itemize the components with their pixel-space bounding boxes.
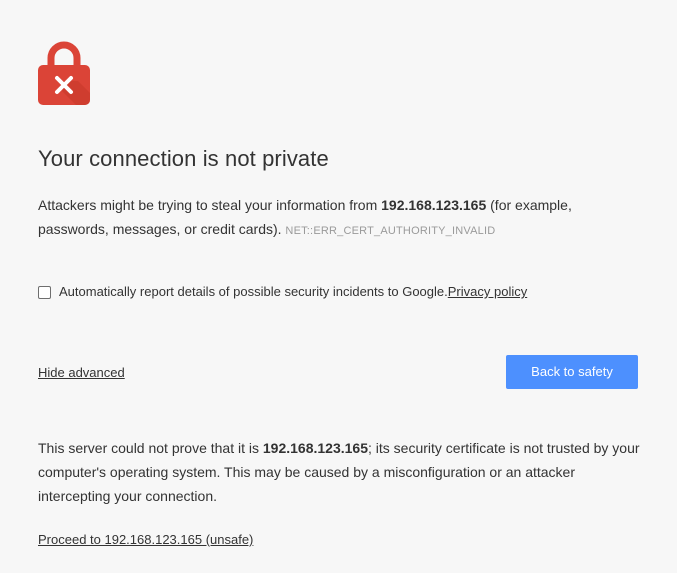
privacy-policy-link[interactable]: Privacy policy [448,283,527,301]
page-title: Your connection is not private [38,146,329,171]
main-message: Attackers might be trying to steal your … [38,193,638,243]
report-label: Automatically report details of possible… [59,284,448,299]
details-message: This server could not prove that it is 1… [38,436,648,508]
error-code: NET::ERR_CERT_AUTHORITY_INVALID [285,225,496,237]
back-to-safety-button[interactable]: Back to safety [506,355,638,389]
report-checkbox[interactable] [38,285,51,299]
proceed-unsafe-link[interactable]: Proceed to 192.168.123.165 (unsafe) [38,531,253,549]
host-name: 192.168.123.165 [381,197,487,213]
hide-advanced-link[interactable]: Hide advanced [38,364,125,382]
main-message-prefix: Attackers might be trying to steal your … [38,197,382,213]
lock-error-icon [38,40,90,106]
report-row: Automatically report details of possible… [38,283,527,301]
details-prefix: This server could not prove that it is [38,440,263,456]
details-host-name: 192.168.123.165 [262,440,368,456]
